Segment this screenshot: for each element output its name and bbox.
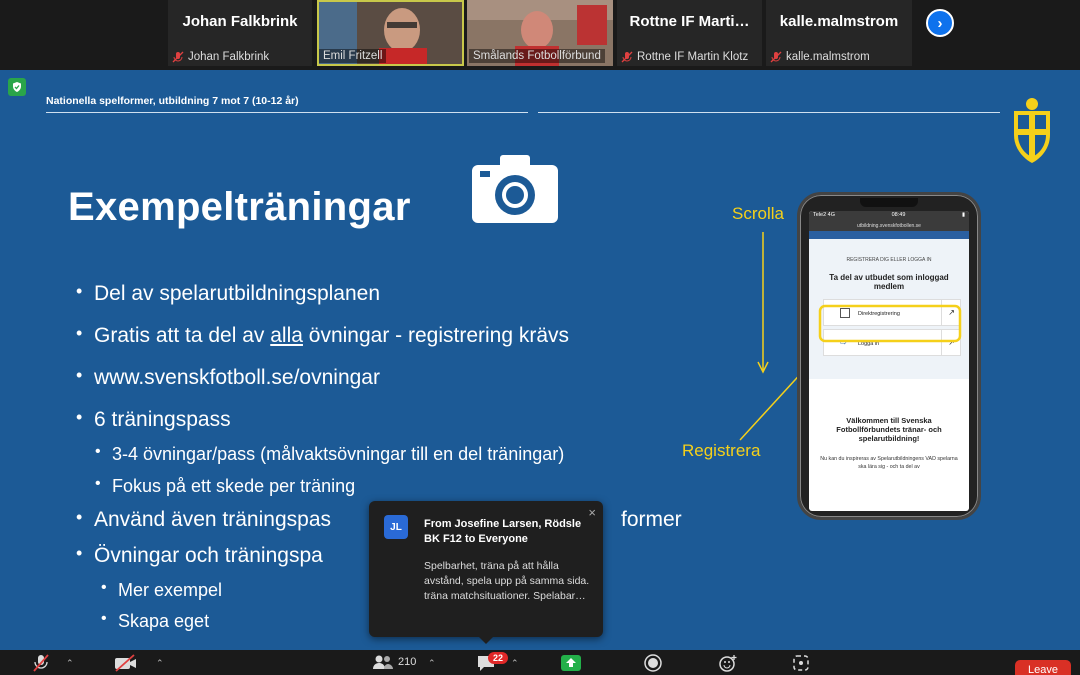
participants-count: 210 (398, 656, 417, 668)
next-participants-button[interactable]: › (926, 9, 954, 37)
video-options-caret[interactable]: ⌃ (156, 658, 164, 669)
apps-button[interactable] (792, 654, 810, 672)
muted-mic-icon (33, 654, 49, 672)
chat-sender: From Josefine Larsen, Rödsle BK F12 to E… (424, 518, 582, 545)
apps-icon (793, 655, 809, 671)
muted-mic-icon (172, 51, 184, 63)
mute-button[interactable] (32, 654, 50, 672)
participant-strip: Johan Falkbrink Johan Falkbrink Emil Fri… (0, 0, 1080, 70)
participant-name: kalle.malmstrom (779, 13, 899, 30)
participant-tile[interactable]: kalle.malmstrom kalle.malmstrom (766, 0, 912, 66)
audio-options-caret[interactable]: ⌃ (66, 658, 74, 669)
chat-options-caret[interactable]: ⌃ (511, 658, 519, 669)
chat-notification[interactable]: JL From Josefine Larsen, Rödsle BK F12 t… (369, 501, 603, 644)
participant-video-tile[interactable]: Smålands Fotbollförbund (467, 0, 613, 66)
participant-caption: kalle.malmstrom (786, 51, 870, 63)
reactions-button[interactable] (718, 654, 738, 672)
video-off-icon (115, 654, 136, 672)
participant-name: Rottne IF Marti… (629, 13, 750, 30)
share-screen-icon (561, 655, 581, 671)
participants-button[interactable]: 210 (372, 654, 416, 670)
participants-icon (373, 655, 393, 669)
share-screen-button[interactable] (560, 654, 582, 672)
participant-caption: Johan Falkbrink (188, 51, 270, 63)
participant-caption: Rottne IF Martin Klotz (637, 51, 749, 63)
video-button[interactable] (114, 654, 138, 672)
avatar: JL (384, 515, 408, 539)
close-icon[interactable]: × (588, 505, 596, 520)
chevron-right-icon: › (937, 14, 943, 32)
participant-caption: Smålands Fotbollförbund (473, 50, 601, 62)
chat-message: Spelbarhet, träna på att hålla avstånd, … (424, 560, 590, 602)
participants-options-caret[interactable]: ⌃ (428, 658, 436, 669)
muted-mic-icon (621, 51, 633, 63)
leave-button[interactable]: Leave (1015, 660, 1071, 675)
shared-screen: Nationella spelformer, utbildning 7 mot … (0, 70, 1080, 650)
reactions-icon (719, 655, 737, 672)
participant-caption: Emil Fritzell (323, 50, 383, 62)
record-button[interactable] (644, 654, 662, 672)
muted-mic-icon (770, 51, 782, 63)
record-icon (644, 654, 662, 672)
meeting-toolbar: ⌃ ⌃ 210 ⌃ ⌃ (0, 650, 1080, 675)
zoom-window: Johan Falkbrink Johan Falkbrink Emil Fri… (0, 0, 1080, 675)
participant-tile[interactable]: Johan Falkbrink Johan Falkbrink (168, 0, 312, 66)
participant-video-tile[interactable]: Emil Fritzell (317, 0, 464, 66)
participant-tile[interactable]: Rottne IF Marti… Rottne IF Martin Klotz (617, 0, 762, 66)
chat-unread-badge: 22 (488, 652, 509, 664)
participant-name: Johan Falkbrink (182, 13, 298, 30)
